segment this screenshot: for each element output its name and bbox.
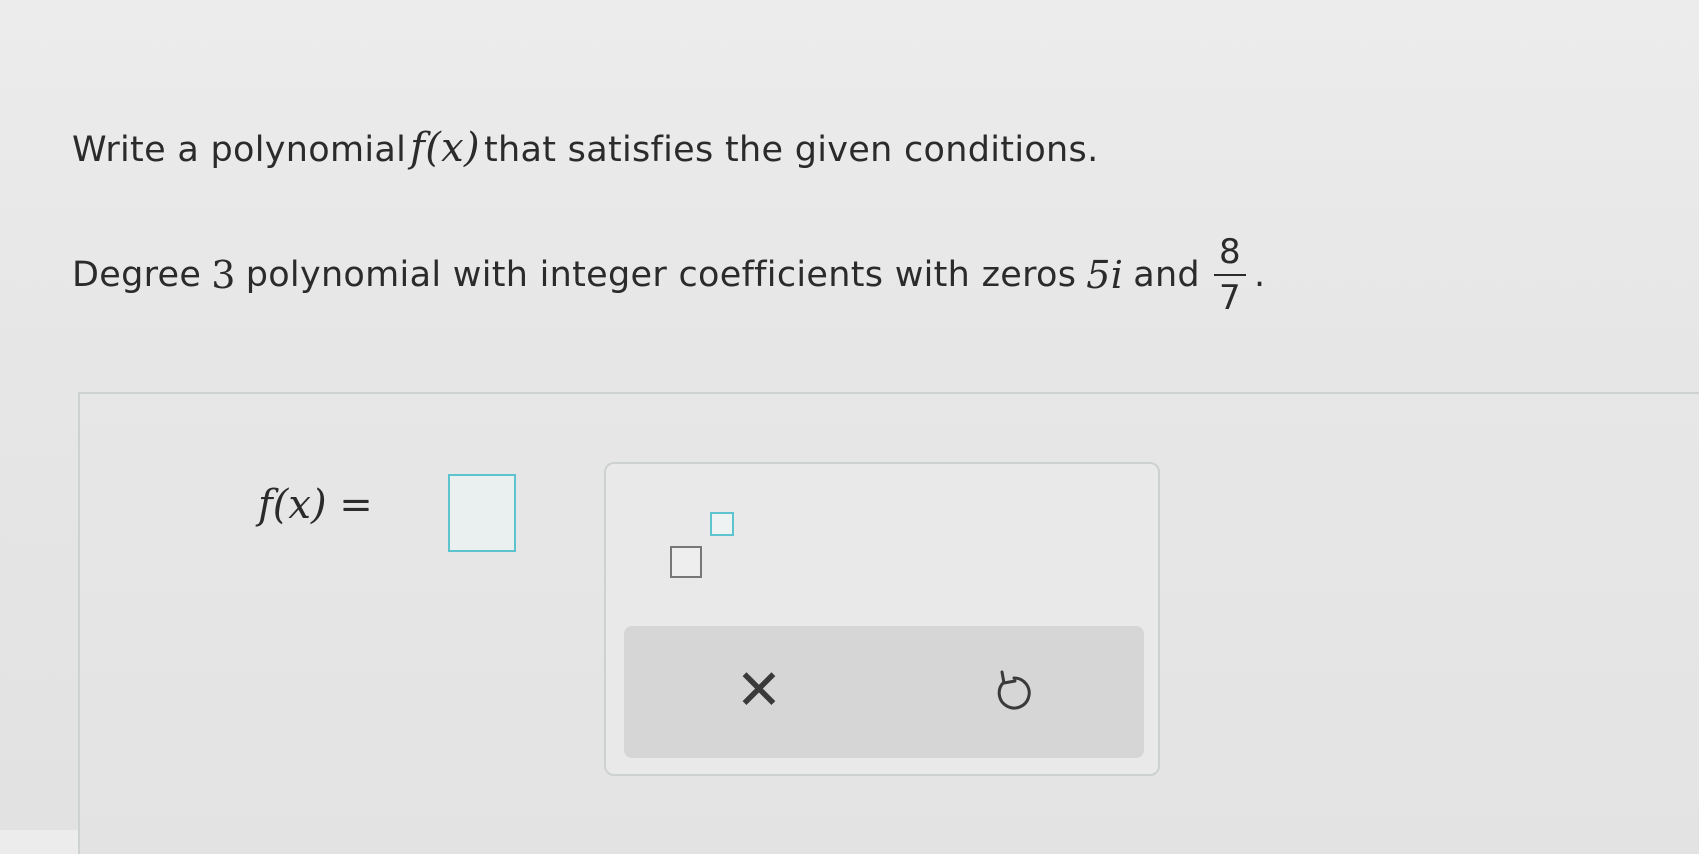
undo-button[interactable]	[984, 662, 1044, 722]
function-notation: f(x)	[410, 125, 480, 171]
clear-button[interactable]: ✕	[724, 656, 794, 726]
degree-value: 3	[211, 253, 236, 297]
conditions-text-and: and	[1133, 255, 1200, 295]
zero-complex: 5i	[1086, 253, 1124, 297]
zero-fraction: 8 7	[1213, 232, 1246, 318]
exponent-button[interactable]	[670, 512, 740, 578]
math-toolbox: ✕	[604, 462, 1160, 776]
answer-label: f(x) =	[258, 482, 373, 528]
fraction-numerator: 8	[1218, 232, 1241, 272]
exponent-base-box	[670, 546, 702, 578]
question-conditions: Degree 3 polynomial with integer coeffic…	[72, 232, 1572, 318]
close-icon: ✕	[735, 658, 783, 723]
undo-icon	[997, 670, 1031, 710]
answer-input[interactable]	[448, 474, 516, 552]
exponent-superscript-box	[710, 512, 734, 536]
conditions-text-middle: polynomial with integer coefficients wit…	[245, 255, 1077, 295]
conditions-text-degree: Degree	[72, 255, 202, 295]
question-instruction: Write a polynomial f(x) that satisfies the…	[72, 118, 1572, 180]
fraction-bar	[1213, 274, 1246, 276]
instruction-text-after: that satisfies the given conditions.	[483, 130, 1099, 170]
instruction-text-before: Write a polynomial	[72, 130, 407, 170]
conditions-period: .	[1253, 255, 1266, 295]
fraction-denominator: 7	[1218, 278, 1241, 318]
toolbox-action-bar: ✕	[624, 626, 1144, 758]
question-text: Write a polynomial f(x) that satisfies the…	[72, 118, 1572, 318]
